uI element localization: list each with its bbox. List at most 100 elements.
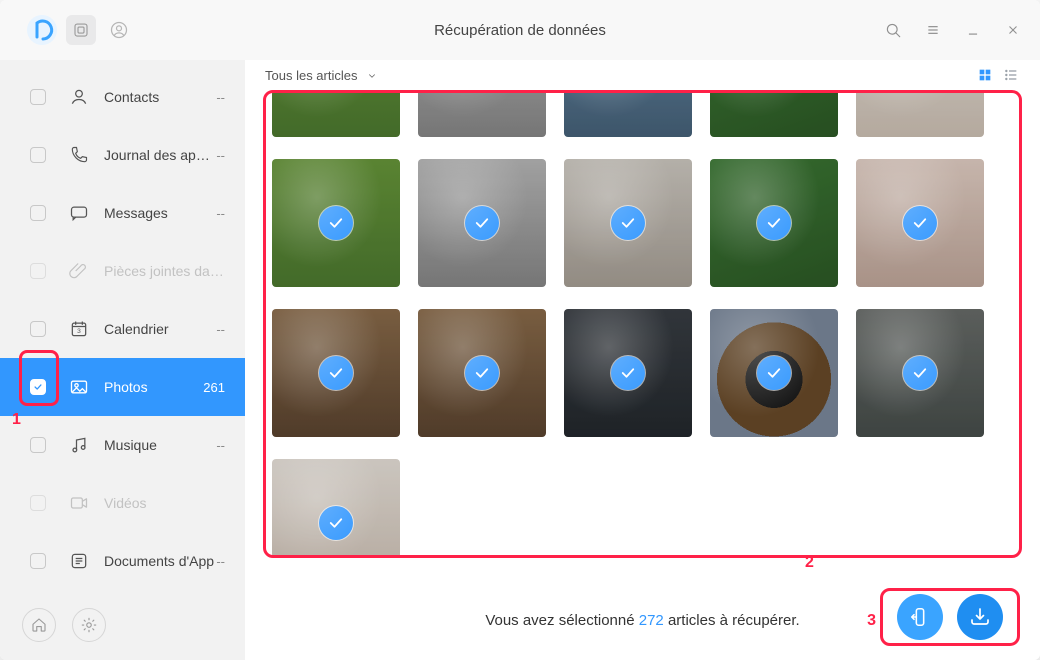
photo-thumb[interactable] <box>418 159 546 287</box>
sidebar-item-label: Journal des appels <box>104 147 216 163</box>
phonerescue-logo-icon <box>26 14 58 46</box>
sidebar-item-doc[interactable]: Documents d'App-- <box>0 532 245 590</box>
photo-thumb[interactable] <box>710 90 838 137</box>
cal-icon: 3 <box>68 318 90 340</box>
sidebar-item-count: 261 <box>203 380 225 395</box>
sidebar-checkbox[interactable] <box>30 437 46 453</box>
account-icon[interactable] <box>104 15 134 45</box>
view-list-icon[interactable] <box>1002 66 1020 84</box>
photo-thumb[interactable] <box>418 309 546 437</box>
selection-count: 272 <box>639 612 664 629</box>
view-grid-icon[interactable] <box>976 66 994 84</box>
filter-bar: Tous les articles <box>245 60 1040 90</box>
contact-icon <box>68 86 90 108</box>
app-window: Récupération de données Contacts--Journa… <box>0 0 1040 660</box>
sidebar-footer <box>0 590 245 660</box>
sidebar-item-label: Photos <box>104 379 203 395</box>
selected-check-icon <box>319 206 353 240</box>
selected-check-icon <box>611 356 645 390</box>
settings-icon[interactable] <box>72 608 106 642</box>
selection-summary: Vous avez sélectionné 272 articles à réc… <box>485 612 799 629</box>
sidebar-item-chat[interactable]: Messages-- <box>0 184 245 242</box>
photo-thumb[interactable] <box>272 309 400 437</box>
devices-icon[interactable] <box>66 15 96 45</box>
menu-icon[interactable] <box>922 19 944 41</box>
top-bar: Récupération de données <box>0 0 1040 60</box>
sidebar-item-photo[interactable]: Photos261 <box>0 358 245 416</box>
selected-check-icon <box>757 206 791 240</box>
sidebar-checkbox[interactable] <box>30 379 46 395</box>
photo-thumb[interactable] <box>856 309 984 437</box>
photo-thumb[interactable] <box>272 459 400 558</box>
home-icon[interactable] <box>22 608 56 642</box>
selected-check-icon <box>465 356 499 390</box>
photo-icon <box>68 376 90 398</box>
selected-check-icon <box>319 506 353 540</box>
clip-icon <box>68 260 90 282</box>
photo-thumb[interactable] <box>564 90 692 137</box>
filter-label: Tous les articles <box>265 68 357 83</box>
sidebar-item-count: -- <box>216 206 225 221</box>
sidebar-checkbox <box>30 495 46 511</box>
photo-thumb[interactable] <box>564 159 692 287</box>
sidebar-checkbox[interactable] <box>30 553 46 569</box>
recover-to-device-button[interactable] <box>897 594 943 640</box>
photo-thumb[interactable] <box>418 90 546 137</box>
selected-check-icon <box>903 356 937 390</box>
view-switch <box>976 66 1020 84</box>
close-icon[interactable] <box>1002 19 1024 41</box>
sidebar-item-count: -- <box>216 322 225 337</box>
sidebar-item-count: -- <box>216 554 225 569</box>
phone-icon <box>68 144 90 166</box>
sidebar-item-clip: Pièces jointes da… <box>0 242 245 300</box>
sidebar-item-label: Messages <box>104 205 216 221</box>
selected-check-icon <box>757 356 791 390</box>
sidebar-checkbox[interactable] <box>30 205 46 221</box>
window-controls <box>882 19 1028 41</box>
filter-dropdown[interactable]: Tous les articles <box>265 68 377 83</box>
sidebar-item-count: -- <box>216 90 225 105</box>
sidebar-item-label: Contacts <box>104 89 216 105</box>
selection-summary-prefix: Vous avez sélectionné <box>485 612 638 629</box>
sidebar-item-count: -- <box>216 148 225 163</box>
search-icon[interactable] <box>882 19 904 41</box>
minimize-icon[interactable] <box>962 19 984 41</box>
sidebar-checkbox[interactable] <box>30 321 46 337</box>
selected-check-icon <box>903 206 937 240</box>
svg-text:3: 3 <box>77 328 81 335</box>
sidebar-item-label: Vidéos <box>104 495 225 511</box>
selection-summary-suffix: articles à récupérer. <box>664 612 800 629</box>
photo-thumb[interactable] <box>856 90 984 137</box>
sidebar-item-contact[interactable]: Contacts-- <box>0 68 245 126</box>
photo-thumb[interactable] <box>856 159 984 287</box>
bottom-bar: Vous avez sélectionné 272 articles à réc… <box>245 580 1040 660</box>
recover-actions-highlight <box>880 588 1020 646</box>
photo-thumb[interactable] <box>272 90 400 137</box>
main-panel: Tous les articles 2 3 Vous avez sélecti <box>245 60 1040 660</box>
chat-icon <box>68 202 90 224</box>
photo-thumb[interactable] <box>710 159 838 287</box>
music-icon <box>68 434 90 456</box>
selected-check-icon <box>319 356 353 390</box>
photo-grid[interactable] <box>272 90 1013 558</box>
sidebar-checkbox[interactable] <box>30 89 46 105</box>
photo-grid-highlight <box>263 90 1022 558</box>
doc-icon <box>68 550 90 572</box>
sidebar-checkbox <box>30 263 46 279</box>
sidebar-item-label: Pièces jointes da… <box>104 263 225 279</box>
selected-check-icon <box>611 206 645 240</box>
sidebar-item-label: Calendrier <box>104 321 216 337</box>
sidebar-item-music[interactable]: Musique-- <box>0 416 245 474</box>
sidebar-item-video: Vidéos <box>0 474 245 532</box>
sidebar-item-cal[interactable]: 3 Calendrier-- <box>0 300 245 358</box>
sidebar-item-label: Documents d'App <box>104 553 216 569</box>
sidebar-checkbox[interactable] <box>30 147 46 163</box>
recover-to-computer-button[interactable] <box>957 594 1003 640</box>
selected-check-icon <box>465 206 499 240</box>
photo-thumb[interactable] <box>564 309 692 437</box>
video-icon <box>68 492 90 514</box>
sidebar-item-label: Musique <box>104 437 216 453</box>
sidebar-item-phone[interactable]: Journal des appels-- <box>0 126 245 184</box>
photo-thumb[interactable] <box>272 159 400 287</box>
photo-thumb[interactable] <box>710 309 838 437</box>
